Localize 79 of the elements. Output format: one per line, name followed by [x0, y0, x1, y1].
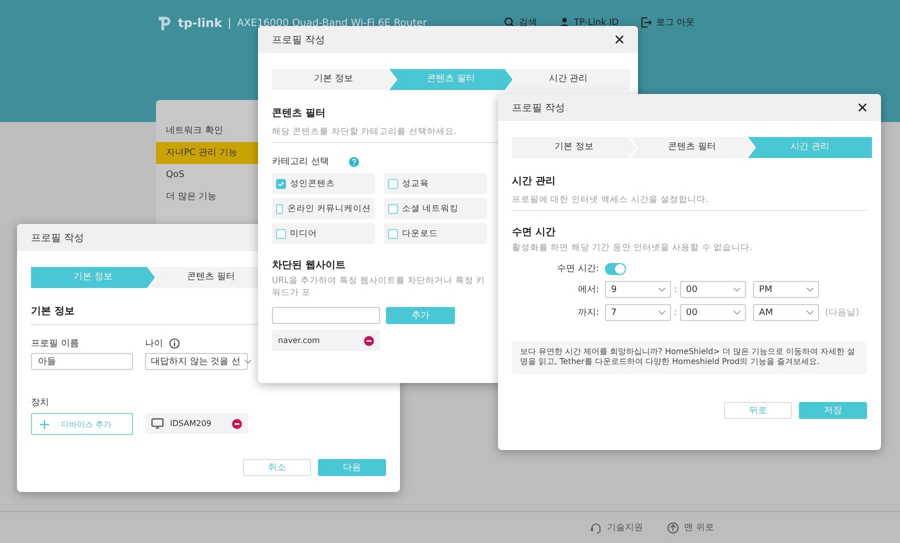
sidebar-item[interactable]: QoS: [156, 164, 258, 186]
field-label: 장치: [31, 397, 50, 409]
chevron-down-icon: [658, 310, 666, 315]
brand-logo: tp-link: [178, 16, 222, 30]
category-option[interactable]: 미디어: [272, 223, 375, 244]
section-description: 해당 콘텐츠를 차단할 카테고리를 선택하세요.: [272, 126, 458, 138]
up-arrow-icon: [667, 522, 679, 534]
chevron-down-icon: [733, 310, 742, 315]
chevron-down-icon: [658, 287, 666, 292]
footer-link[interactable]: 기술지원: [590, 521, 643, 534]
input-field[interactable]: 아들: [31, 353, 133, 370]
site-url: naver.com: [278, 336, 321, 345]
field-label: 카테고리 선택: [272, 156, 329, 168]
help-icon[interactable]: [348, 156, 359, 166]
section-description: URL을 추가하여 특정 웹사이트를 차단하거나 특정 키워드가 포: [272, 275, 486, 299]
dialog-title: 프로필 작성: [31, 232, 84, 244]
checkbox[interactable]: [276, 204, 284, 214]
category-option[interactable]: 온라인 커뮤니케이션: [272, 198, 375, 219]
sidebar-item[interactable]: 네트워크 확인: [156, 120, 258, 142]
step-tab[interactable]: 기본 정보: [272, 69, 396, 90]
ampm-dropdown[interactable]: PM: [753, 281, 820, 298]
section-description: 프로필에 대한 인터넷 액세스 시간을 설정합니다.: [512, 194, 710, 206]
device-name: IDSAM209: [170, 419, 212, 428]
info-icon[interactable]: [169, 338, 180, 349]
toggle-switch[interactable]: [605, 262, 626, 274]
checkbox[interactable]: [276, 178, 286, 188]
field-label: 수면 시간:: [556, 263, 599, 275]
category-option[interactable]: 성인콘텐츠: [272, 173, 375, 194]
checkbox[interactable]: [276, 228, 286, 238]
chevron-down-icon: [806, 287, 814, 292]
plus-icon: [40, 420, 49, 428]
section-title: 시간 관리: [512, 175, 556, 188]
section-title: 콘텐츠 필터: [272, 107, 326, 120]
category-option[interactable]: 소셜 네트워킹: [384, 198, 487, 219]
product-name: AXE16000 Quad-Band Wi-Fi 6E Router: [237, 18, 427, 28]
next-day-note: (다음날): [825, 307, 860, 319]
chevron-down-icon: [733, 287, 742, 292]
info-note: 보다 유연한 시간 제어를 희망하십니까? HomeShield> 더 많은 기능으로 이동하여 자세한 설명을 읽고, Tether를 다운로드하여 다양한 Homeshield Prod의 기능을 즐겨보세요.: [512, 341, 867, 374]
nav-link[interactable]: 로그 아웃: [640, 16, 695, 29]
ampm-dropdown[interactable]: AM: [753, 304, 820, 321]
remove-icon[interactable]: [232, 418, 242, 428]
checkbox[interactable]: [388, 178, 398, 188]
time-separator: :: [674, 284, 678, 294]
section-title: 수면 시간: [512, 226, 556, 239]
minute-dropdown[interactable]: 00: [680, 304, 746, 321]
category-option[interactable]: 다운로드: [384, 223, 487, 244]
field-label: 프로필 이름: [31, 338, 80, 350]
section-description: 활성화를 하면 해당 기간 동안 인터넷을 사용할 수 없습니다.: [512, 242, 754, 254]
footer-link[interactable]: 맨 위로: [667, 521, 714, 534]
chevron-down-icon: [806, 310, 814, 315]
close-icon[interactable]: [858, 103, 867, 112]
chevron-down-icon: [244, 359, 252, 364]
nav-link[interactable]: 검색: [504, 16, 537, 29]
monitor-icon: [151, 418, 164, 429]
dialog-title: 프로필 작성: [272, 34, 326, 46]
close-icon[interactable]: [615, 35, 624, 44]
logout-icon: [640, 17, 652, 28]
url-input-field[interactable]: [272, 307, 380, 324]
category-option[interactable]: 성교육: [384, 173, 487, 194]
field-label: 나이: [145, 338, 163, 350]
checkbox[interactable]: [388, 204, 398, 214]
time-separator: :: [674, 308, 678, 318]
headset-icon: [590, 522, 602, 534]
field-label: 까지:: [576, 307, 599, 319]
remove-icon[interactable]: [364, 336, 374, 346]
sidebar-item[interactable]: 자녀PC 관리 기능: [156, 142, 258, 164]
step-tab[interactable]: 시간 관리: [506, 69, 630, 90]
hour-dropdown[interactable]: 7: [605, 304, 671, 321]
dialog-title: 프로필 작성: [512, 102, 566, 114]
checkbox[interactable]: [388, 228, 398, 238]
field-label: 에서:: [576, 284, 599, 296]
section-title: 차단된 웹사이트: [272, 259, 346, 272]
sidebar-item[interactable]: 더 많은 기능: [156, 186, 258, 208]
section-title: 기본 정보: [31, 305, 74, 318]
search-icon: [504, 17, 515, 28]
hour-dropdown[interactable]: 9: [605, 281, 671, 298]
step-tab[interactable]: 콘텐츠 필터: [630, 137, 754, 158]
step-tab[interactable]: 기본 정보: [512, 137, 636, 158]
minute-dropdown[interactable]: 00: [680, 281, 746, 298]
